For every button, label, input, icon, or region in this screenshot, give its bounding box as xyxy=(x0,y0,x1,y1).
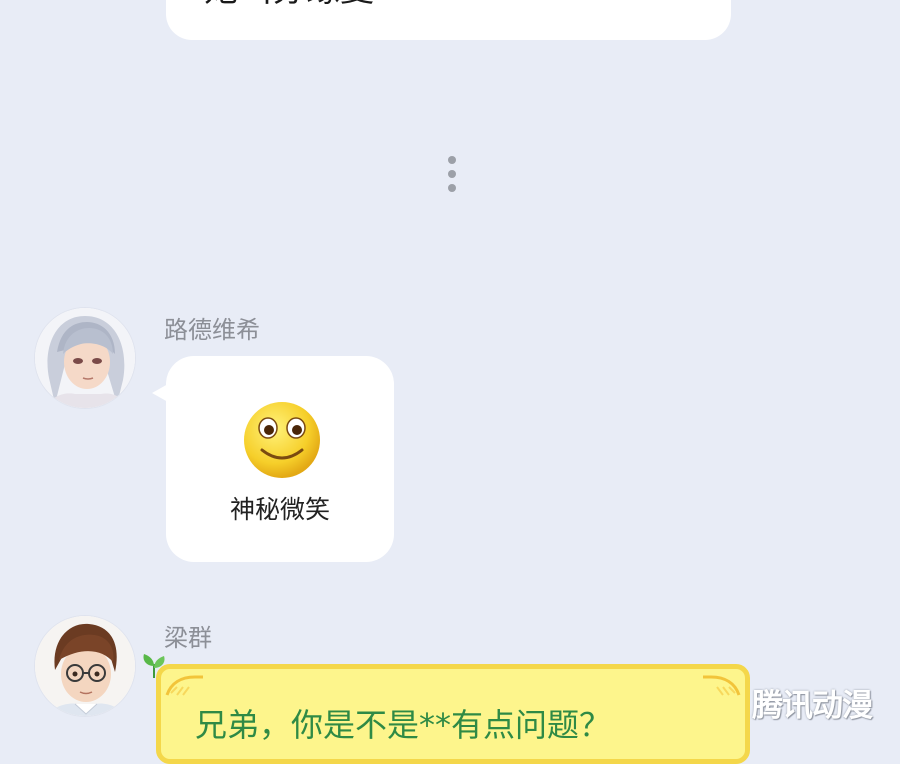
sender-name-ludwig: 路德维希 xyxy=(164,316,260,344)
avatar-ludwig-image xyxy=(35,308,135,408)
sender-name-liangqun: 梁群 xyxy=(164,624,212,652)
top-message-bubble[interactable]: 她叫苏缘夏 xyxy=(166,0,731,40)
avatar-liangqun-image xyxy=(35,616,135,716)
sticker-caption: 神秘微笑 xyxy=(229,495,330,524)
top-message-text: 她叫苏缘夏 xyxy=(204,0,374,10)
watermark-logo: 腾讯动漫 xyxy=(752,688,873,724)
smiley-face-icon xyxy=(244,402,320,478)
vertical-ellipsis-icon xyxy=(446,156,458,200)
sticker-message-bubble[interactable]: 神秘微笑 xyxy=(166,356,394,562)
yellow-message-text: 兄弟，你是不是**有点问题？ xyxy=(195,706,612,744)
avatar-ludwig[interactable] xyxy=(35,308,135,408)
corner-ornament-icon xyxy=(703,675,741,696)
yellow-message-bubble[interactable]: 兄弟，你是不是**有点问题？ xyxy=(156,664,750,764)
corner-ornament-icon xyxy=(165,675,203,696)
avatar-liangqun[interactable] xyxy=(35,616,135,716)
